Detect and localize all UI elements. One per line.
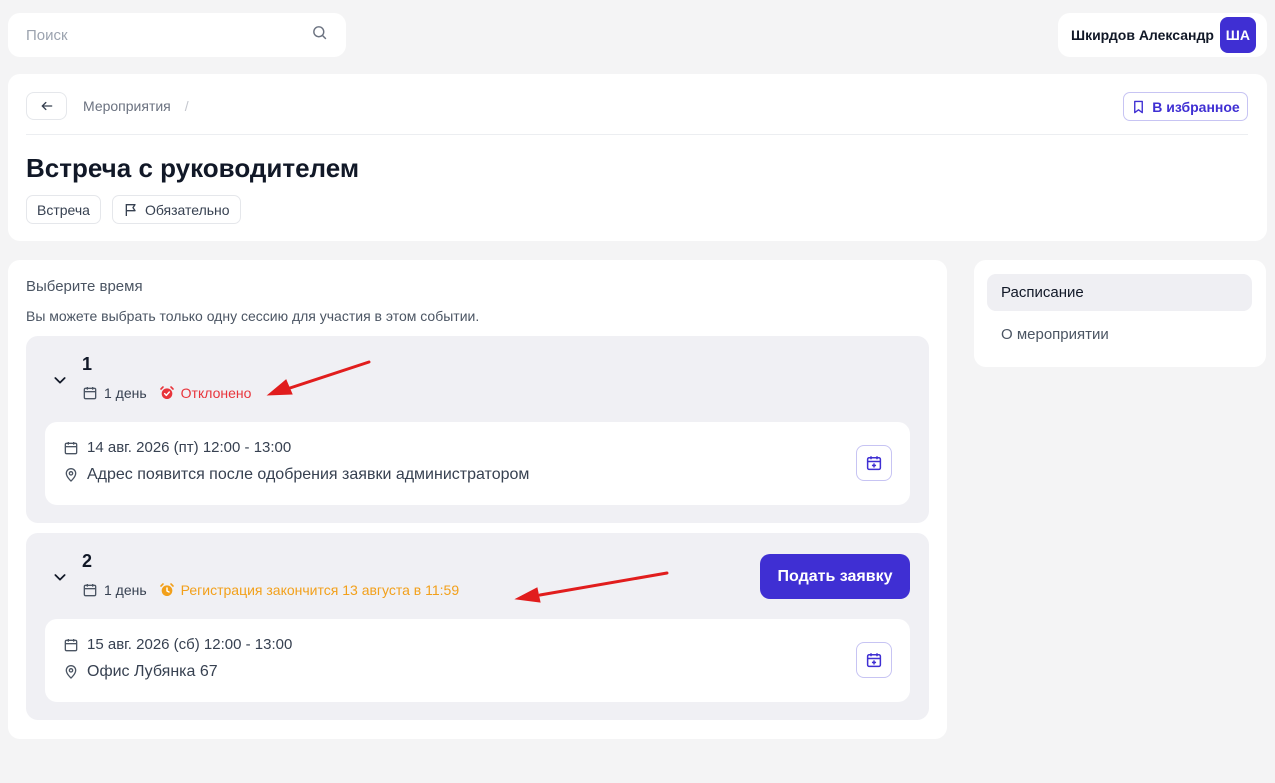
- nav-item-about[interactable]: О мероприятии: [987, 316, 1252, 353]
- session-slot: 15 авг. 2026 (сб) 12:00 - 13:00 Офис Луб…: [45, 619, 910, 702]
- section-subtitle: Вы можете выбрать только одну сессию для…: [26, 308, 480, 324]
- bookmark-icon: [1134, 100, 1144, 113]
- side-navigation: Расписание О мероприятии: [974, 260, 1266, 367]
- breadcrumb: Мероприятия /: [83, 98, 189, 114]
- tag-list: Встреча Обязательно: [26, 195, 241, 224]
- tag-label: Обязательно: [144, 201, 230, 218]
- tag-meeting: Встреча: [26, 195, 101, 224]
- breadcrumb-separator: /: [184, 98, 189, 114]
- session-number: 1: [82, 354, 93, 374]
- chevron-down-icon[interactable]: [52, 569, 68, 590]
- slot-address: Офис Лубянка 67: [87, 663, 218, 680]
- favorites-label: В избранное: [1152, 98, 1240, 115]
- calendar-icon: [83, 387, 97, 400]
- alarm-clock-icon: [159, 583, 174, 596]
- calendar-plus-icon: [866, 653, 882, 668]
- arrow-left-icon: [41, 101, 52, 111]
- tag-mandatory: Обязательно: [111, 195, 241, 224]
- user-menu[interactable]: Шкирдов Александр ША: [1058, 13, 1267, 57]
- session-card: 2 1 день Регистрация закончится 13 авгус…: [26, 533, 929, 720]
- location-pin-icon: [65, 665, 77, 679]
- calendar-icon: [83, 584, 97, 597]
- slot-datetime: 14 авг. 2026 (пт) 12:00 - 13:00: [63, 439, 291, 456]
- flag-icon: [125, 203, 136, 216]
- search-input[interactable]: [26, 26, 286, 44]
- slot-date: 15 авг. 2026 (сб) 12:00 - 13:00: [87, 636, 293, 653]
- add-to-calendar-button[interactable]: [856, 445, 892, 481]
- nav-item-schedule[interactable]: Расписание: [987, 274, 1252, 311]
- status-text: Регистрация закончится 13 августа в 11:5…: [180, 582, 460, 598]
- chevron-down-icon[interactable]: [52, 372, 68, 393]
- add-to-favorites-button[interactable]: В избранное: [1123, 92, 1248, 121]
- divider: [26, 134, 1248, 135]
- calendar-icon: [64, 638, 78, 651]
- section-title: Выберите время: [26, 278, 143, 295]
- slot-location: Адрес появится после одобрения заявки ад…: [63, 466, 529, 484]
- status-rejected: Отклонено: [159, 385, 252, 401]
- session-card: 1 1 день Отклонено 14 авг. 2026 (пт) 12:…: [26, 336, 929, 523]
- slot-date: 14 авг. 2026 (пт) 12:00 - 13:00: [87, 439, 292, 456]
- avatar[interactable]: ША: [1219, 17, 1256, 53]
- search-icon[interactable]: [311, 24, 328, 46]
- session-meta: 1 день Регистрация закончится 13 августа…: [82, 582, 459, 598]
- user-name: Шкирдов Александр: [1071, 27, 1214, 43]
- session-slot: 14 авг. 2026 (пт) 12:00 - 13:00 Адрес по…: [45, 422, 910, 505]
- search-bar[interactable]: [8, 13, 346, 57]
- calendar-icon: [64, 441, 78, 454]
- schedule-panel: Выберите время Вы можете выбрать только …: [8, 260, 947, 739]
- alarm-clock-icon: [159, 386, 174, 399]
- session-number: 2: [82, 551, 93, 571]
- calendar-plus-icon: [866, 456, 882, 471]
- session-duration: 1 день: [104, 582, 147, 598]
- status-text: Отклонено: [180, 385, 252, 401]
- session-duration: 1 день: [104, 385, 147, 401]
- add-to-calendar-button[interactable]: [856, 642, 892, 678]
- page-title: Встреча с руководителем: [26, 153, 360, 183]
- session-meta: 1 день Отклонено: [82, 385, 251, 401]
- slot-address: Адрес появится после одобрения заявки ад…: [87, 466, 530, 483]
- slot-datetime: 15 авг. 2026 (сб) 12:00 - 13:00: [63, 636, 292, 653]
- tag-label: Встреча: [37, 201, 90, 218]
- slot-location: Офис Лубянка 67: [63, 663, 218, 681]
- status-registration-deadline: Регистрация закончится 13 августа в 11:5…: [159, 582, 459, 598]
- event-header: Мероприятия / В избранное Встреча с руко…: [8, 74, 1267, 241]
- back-button[interactable]: [26, 92, 67, 120]
- location-pin-icon: [65, 468, 77, 482]
- apply-button[interactable]: Подать заявку: [760, 554, 910, 599]
- breadcrumb-item-events[interactable]: Мероприятия: [83, 98, 171, 114]
